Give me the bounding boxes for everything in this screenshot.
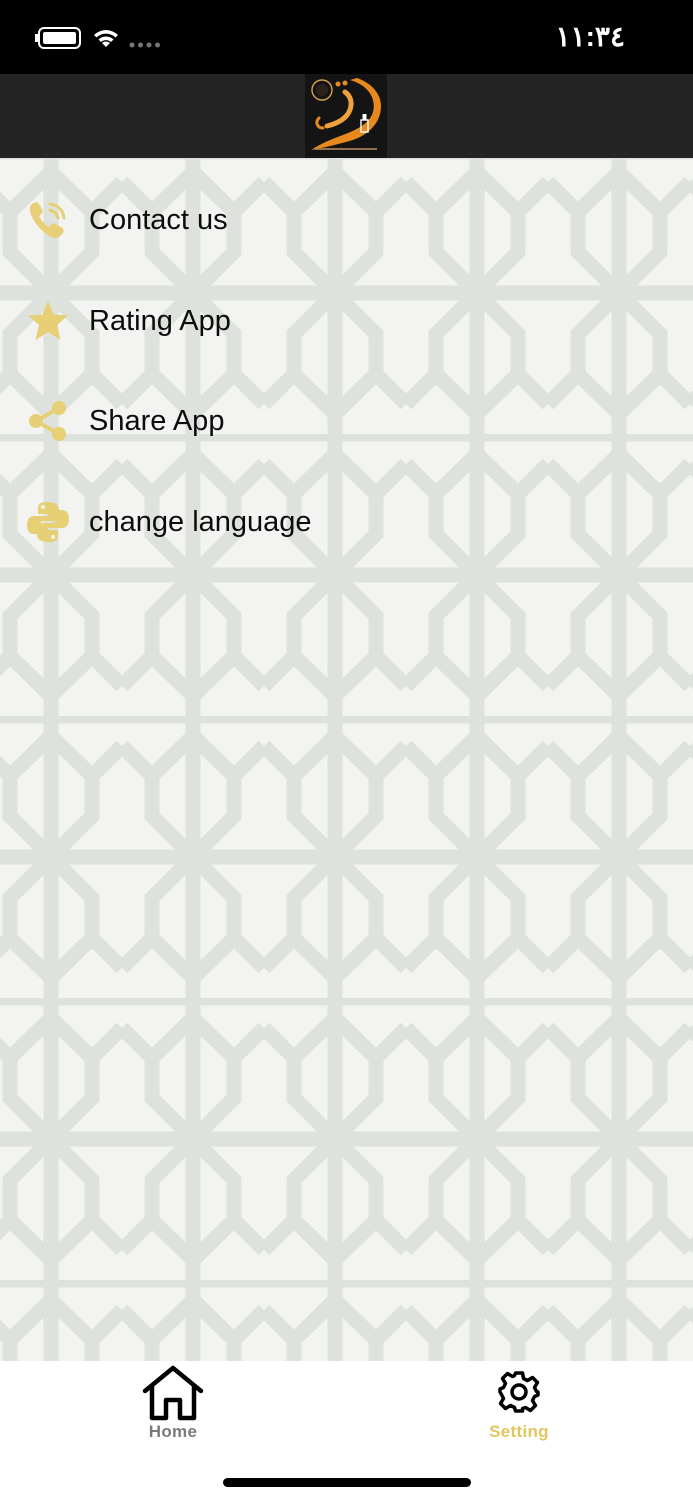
- battery-cap: [35, 34, 40, 42]
- gear-icon: [498, 1371, 540, 1413]
- status-bar: ١١:٣٤: [0, 0, 693, 74]
- share-icon: [29, 401, 66, 441]
- menu-item-label: Contact us: [89, 204, 228, 236]
- menu-item-label: Share App: [89, 405, 225, 437]
- najm-calligraphy-logo-icon: [311, 78, 381, 150]
- home-indicator: [223, 1478, 471, 1487]
- menu-item-change-language[interactable]: change language: [0, 478, 693, 568]
- tab-setting[interactable]: Setting: [449, 1361, 589, 1451]
- home-icon: [142, 1365, 204, 1421]
- menu-item-rating-app[interactable]: Rating App: [0, 277, 693, 367]
- tab-home[interactable]: Home: [103, 1361, 243, 1451]
- menu-item-share-app[interactable]: Share App: [0, 377, 693, 467]
- app-header: [0, 74, 693, 158]
- python-logo-icon: [27, 502, 69, 542]
- battery-icon: [38, 27, 81, 49]
- menu-item-contact-us[interactable]: Contact us: [0, 176, 693, 266]
- wifi-icon: [94, 30, 118, 47]
- menu-item-label: change language: [89, 506, 312, 538]
- cellular-signal-icon: [129, 42, 160, 48]
- tab-setting-label: Setting: [489, 1422, 549, 1441]
- settings-content: Contact us Rating App Share App change l…: [0, 158, 693, 1361]
- status-time: ١١:٣٤: [555, 21, 625, 52]
- phone-icon: [29, 202, 66, 238]
- app-logo: [305, 74, 387, 158]
- menu-item-label: Rating App: [89, 305, 231, 337]
- tab-home-label: Home: [148, 1422, 198, 1441]
- star-icon: [28, 301, 68, 340]
- bottom-tab-bar: Home Setting: [0, 1361, 693, 1500]
